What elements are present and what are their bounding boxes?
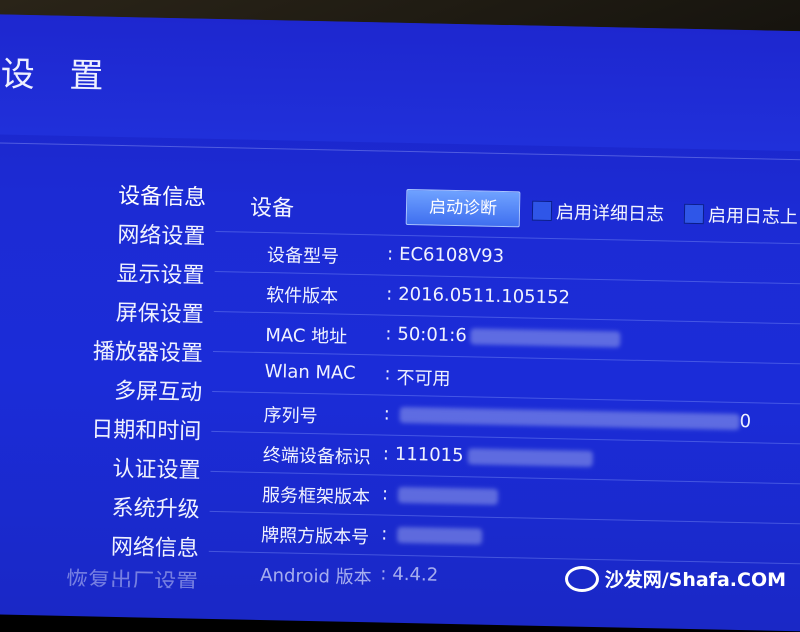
sidebar-item-screensaver-settings[interactable]: 屏保设置 (33, 292, 204, 335)
section-label: 设备 (250, 190, 295, 223)
checkbox-box[interactable] (532, 201, 552, 221)
row-value: 不可用 (396, 364, 451, 391)
sidebar-item-auth-settings[interactable]: 认证设置 (30, 448, 201, 491)
row-colon: : (384, 364, 391, 385)
row-colon: : (381, 524, 388, 545)
row-value: 50:01:6 (397, 324, 467, 346)
row-label: 服务框架版本 (262, 481, 371, 509)
checkbox-box[interactable] (684, 204, 704, 224)
row-value: 0 (739, 411, 751, 432)
row-colon: : (387, 244, 394, 265)
sidebar-item-network-info[interactable]: 网络信息 (28, 526, 199, 569)
watermark: 沙发网/Shafa.COM (565, 565, 786, 592)
row-label: 序列号 (263, 401, 318, 428)
row-value-wrap: 111015 (395, 444, 593, 469)
row-colon: : (383, 444, 390, 465)
row-colon: : (385, 324, 392, 345)
redacted-value (397, 527, 482, 545)
sidebar: 设备信息 网络设置 显示设置 屏保设置 播放器设置 多屏互动 日期和时间 认证设… (28, 175, 207, 588)
row-value-wrap: 0 (395, 404, 751, 432)
row-label: 牌照方版本号 (261, 521, 370, 549)
watermark-text: 沙发网/Shafa.COM (605, 565, 786, 592)
sidebar-item-multiscreen[interactable]: 多屏互动 (32, 370, 203, 413)
row-value-wrap (394, 484, 498, 507)
start-diagnosis-button[interactable]: 启动诊断 (406, 189, 521, 227)
row-label: Android 版本 (260, 561, 372, 589)
row-value: EC6108V93 (399, 244, 504, 267)
sidebar-item-display-settings[interactable]: 显示设置 (34, 253, 205, 296)
redacted-value (400, 407, 740, 430)
device-info-list: 设备型号 : EC6108V93 软件版本 : 2016.0511.105152… (208, 231, 800, 604)
checkbox-label: 启用详细日志 (556, 198, 665, 226)
row-value: 111015 (395, 444, 464, 466)
log-upload-checkbox[interactable]: 启用日志上 (684, 201, 799, 229)
row-label: MAC 地址 (265, 321, 347, 349)
row-label: 终端设备标识 (263, 441, 372, 469)
row-label: 软件版本 (266, 281, 339, 309)
row-colon: : (383, 404, 390, 425)
tv-screen: 设 置 设备信息 网络设置 显示设置 屏保设置 播放器设置 多屏互动 日期和时间… (0, 14, 800, 632)
redacted-value (471, 328, 621, 347)
row-label: Wlan MAC (264, 361, 355, 384)
row-colon: : (380, 564, 387, 585)
content-panel: 设备 启动诊断 启用详细日志 启用日志上 设备型号 : EC6108V93 软件… (217, 179, 800, 192)
sidebar-item-player-settings[interactable]: 播放器设置 (33, 331, 204, 374)
row-value: 4.4.2 (392, 564, 438, 586)
row-colon: : (382, 484, 389, 505)
header-band (0, 14, 800, 152)
row-value-wrap: 50:01:6 (397, 324, 621, 350)
row-value: 2016.0511.105152 (398, 284, 570, 309)
redacted-value (467, 448, 592, 467)
sidebar-item-network-settings[interactable]: 网络设置 (35, 214, 206, 257)
row-value-wrap (393, 524, 482, 547)
verbose-log-checkbox[interactable]: 启用详细日志 (532, 198, 665, 227)
sidebar-item-system-upgrade[interactable]: 系统升级 (29, 487, 200, 530)
page-title: 设 置 (0, 46, 116, 97)
row-colon: : (386, 284, 393, 305)
sidebar-item-device-info[interactable]: 设备信息 (36, 175, 207, 218)
sidebar-item-factory-reset[interactable]: 恢复出厂设置 (28, 565, 198, 589)
row-label: 设备型号 (267, 241, 340, 269)
sofa-logo-icon (565, 566, 599, 592)
sidebar-item-date-time[interactable]: 日期和时间 (31, 409, 202, 452)
redacted-value (398, 487, 498, 505)
checkbox-label: 启用日志上 (708, 201, 799, 229)
